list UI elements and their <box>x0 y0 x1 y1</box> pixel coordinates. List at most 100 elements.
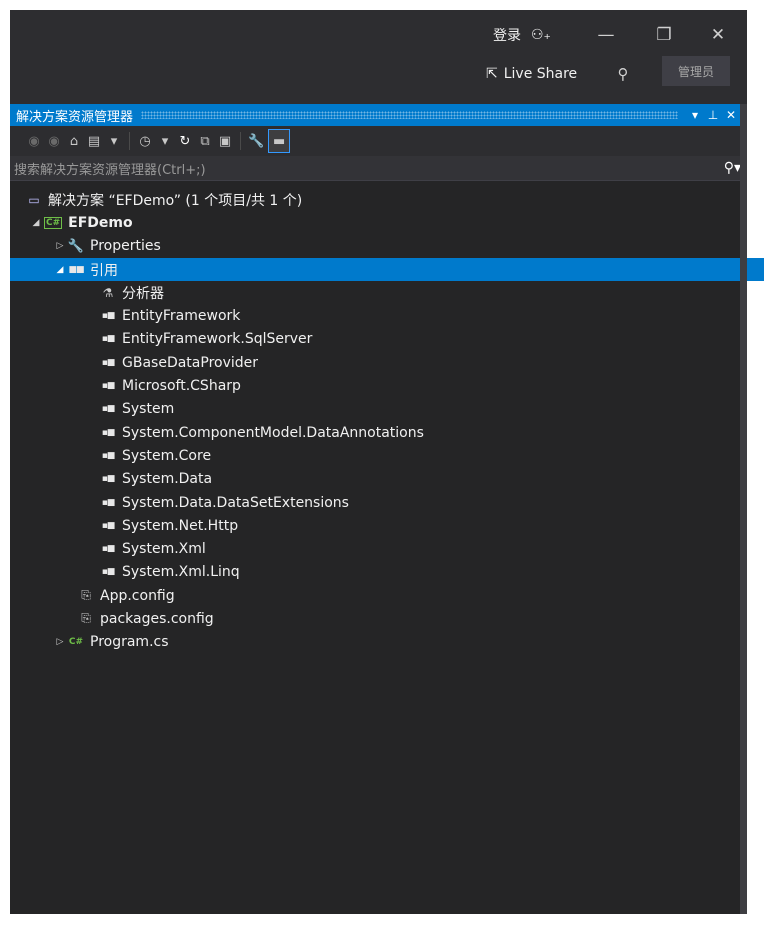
collapse-arrow-icon[interactable]: ◢ <box>54 265 66 275</box>
switch-views-dropdown-icon[interactable]: ▾ <box>106 130 122 152</box>
tree-item-label: Properties <box>90 238 161 255</box>
login-button[interactable]: 登录 ⚇₊ <box>493 23 551 47</box>
collapse-all-icon[interactable]: ⧉ <box>197 130 213 152</box>
reference-icon: ▪■ <box>101 334 116 345</box>
add-user-icon: ⚇₊ <box>531 27 551 43</box>
tree-item-solution[interactable]: ▭ 解决方案 “EFDemo” (1 个项目/共 1 个) <box>10 188 747 211</box>
reference-icon: ■■ <box>68 264 84 275</box>
tree-item-app-config[interactable]: ⎘ App.config <box>10 584 747 607</box>
panel-menu-icon[interactable]: ▾ <box>686 108 704 122</box>
feedback-button[interactable]: ⚲ <box>611 62 635 86</box>
close-icon: ✕ <box>710 25 726 45</box>
reference-label: EntityFramework.SqlServer <box>122 331 313 348</box>
close-button[interactable]: ✕ <box>703 22 733 48</box>
properties-wrench-icon[interactable]: 🔧 <box>248 130 264 152</box>
tree-item-references[interactable]: ◢ ■■ 引用 <box>10 257 764 282</box>
admin-badge[interactable]: 管理员 <box>662 56 730 86</box>
live-share-label: Live Share <box>503 66 578 82</box>
reference-item[interactable]: ▪■ EntityFramework <box>10 304 747 327</box>
restore-icon: ❐ <box>656 25 672 45</box>
pending-changes-filter-icon[interactable]: ◷ <box>137 130 153 152</box>
filter-dropdown-icon[interactable]: ▾ <box>157 130 173 152</box>
tree-item-program[interactable]: ▷ C# Program.cs <box>10 631 747 654</box>
reference-item[interactable]: ▪■ EntityFramework.SqlServer <box>10 328 747 351</box>
csharp-project-icon: C# <box>44 216 63 229</box>
reference-label: EntityFramework <box>122 308 241 325</box>
reference-icon: ▪■ <box>101 474 116 485</box>
reference-item[interactable]: ▪■ System <box>10 398 747 421</box>
collapse-arrow-icon[interactable]: ◢ <box>30 218 42 228</box>
tree-item-properties[interactable]: ▷ 🔧 Properties <box>10 235 747 258</box>
reference-item[interactable]: ▪■ System.Data <box>10 468 747 491</box>
expand-arrow-icon[interactable]: ▷ <box>54 241 66 251</box>
minimize-icon: — <box>597 25 615 45</box>
forward-icon[interactable]: ◉ <box>46 130 62 152</box>
reference-label: System.Data <box>122 471 213 488</box>
reference-item[interactable]: ▪■ System.Xml <box>10 537 747 560</box>
reference-item[interactable]: ▪■ Microsoft.CSharp <box>10 374 747 397</box>
csharp-file-icon: C# <box>68 637 84 648</box>
reference-item[interactable]: ▪■ System.Data.DataSetExtensions <box>10 491 747 514</box>
reference-item[interactable]: ▪■ System.ComponentModel.DataAnnotations <box>10 421 747 444</box>
reference-icon: ▪■ <box>101 357 116 368</box>
tree-item-packages-config[interactable]: ⎘ packages.config <box>10 607 747 630</box>
reference-icon: ▪■ <box>101 404 116 415</box>
refresh-icon[interactable]: ↻ <box>177 130 193 152</box>
drag-grip[interactable] <box>141 111 678 119</box>
reference-icon: ▪■ <box>101 311 116 322</box>
reference-label: System.ComponentModel.DataAnnotations <box>122 424 424 441</box>
pin-icon[interactable]: ⊥ <box>704 108 722 122</box>
tree-item-label: EFDemo <box>68 214 133 231</box>
reference-icon: ▪■ <box>101 450 116 461</box>
title-bar: 登录 ⚇₊ — ❐ ✕ ⇱ Live Share ⚲ 管理员 <box>10 10 747 104</box>
preview-selected-items-icon[interactable]: ▬ <box>268 129 291 153</box>
reference-item[interactable]: ▪■ System.Core <box>10 444 747 467</box>
panel-close-icon[interactable]: ✕ <box>722 108 740 122</box>
solution-explorer: 解决方案资源管理器 ▾ ⊥ ✕ ◉ ◉ ⌂ ▤ ▾ ◷ ▾ ↻ ⧉ ▣ 🔧 ▬ … <box>10 104 764 914</box>
vs-window: 登录 ⚇₊ — ❐ ✕ ⇱ Live Share ⚲ 管理员 解决方案资源管理器… <box>10 10 764 914</box>
config-file-icon: ⎘ <box>81 611 91 626</box>
feedback-icon: ⚲ <box>617 65 629 83</box>
minimize-button[interactable]: — <box>591 22 621 48</box>
reference-icon: ▪■ <box>101 381 116 392</box>
back-icon[interactable]: ◉ <box>26 130 42 152</box>
tree-item-label: App.config <box>100 587 175 604</box>
reference-label: System.Core <box>122 447 212 464</box>
switch-views-icon[interactable]: ▤ <box>86 130 102 152</box>
panel-border <box>740 104 747 914</box>
config-file-icon: ⎘ <box>81 588 91 603</box>
live-share-button[interactable]: ⇱ Live Share <box>486 62 577 86</box>
toolbar-separator <box>240 132 241 150</box>
reference-label: System <box>122 401 175 418</box>
reference-label: System.Net.Http <box>122 517 239 534</box>
tree-item-analyzers[interactable]: ⚗ 分析器 <box>10 281 747 304</box>
reference-icon: ▪■ <box>101 544 116 555</box>
show-all-files-icon[interactable]: ▣ <box>217 130 233 152</box>
reference-item[interactable]: ▪■ System.Xml.Linq <box>10 561 747 584</box>
reference-icon: ▪■ <box>101 497 116 508</box>
search-bar[interactable]: 搜索解决方案资源管理器(Ctrl+;) ⚲▾ <box>10 156 747 181</box>
reference-item[interactable]: ▪■ System.Net.Http <box>10 514 747 537</box>
reference-icon: ▪■ <box>101 567 116 578</box>
solution-icon: ▭ <box>28 192 40 207</box>
expand-arrow-icon[interactable]: ▷ <box>54 637 66 647</box>
login-label: 登录 <box>493 28 521 44</box>
reference-label: System.Xml.Linq <box>122 564 240 581</box>
analyzer-icon: ⚗ <box>102 285 114 300</box>
panel-header: 解决方案资源管理器 ▾ ⊥ ✕ <box>10 104 740 126</box>
reference-label: Microsoft.CSharp <box>122 378 241 395</box>
reference-label: GBaseDataProvider <box>122 354 259 371</box>
tree-item-label: Program.cs <box>90 634 169 651</box>
reference-item[interactable]: ▪■ GBaseDataProvider <box>10 351 747 374</box>
tree-item-project[interactable]: ◢ C# EFDemo <box>10 211 747 234</box>
restore-button[interactable]: ❐ <box>649 22 679 48</box>
toolbar-separator <box>129 132 130 150</box>
home-icon[interactable]: ⌂ <box>66 130 82 152</box>
tree-item-label: packages.config <box>100 610 214 627</box>
search-input[interactable]: 搜索解决方案资源管理器(Ctrl+;) <box>10 159 724 178</box>
reference-label: System.Data.DataSetExtensions <box>122 494 349 511</box>
explorer-toolbar: ◉ ◉ ⌂ ▤ ▾ ◷ ▾ ↻ ⧉ ▣ 🔧 ▬ <box>10 126 747 156</box>
tree-item-label: 分析器 <box>122 285 164 302</box>
reference-icon: ▪■ <box>101 427 116 438</box>
reference-icon: ▪■ <box>101 520 116 531</box>
